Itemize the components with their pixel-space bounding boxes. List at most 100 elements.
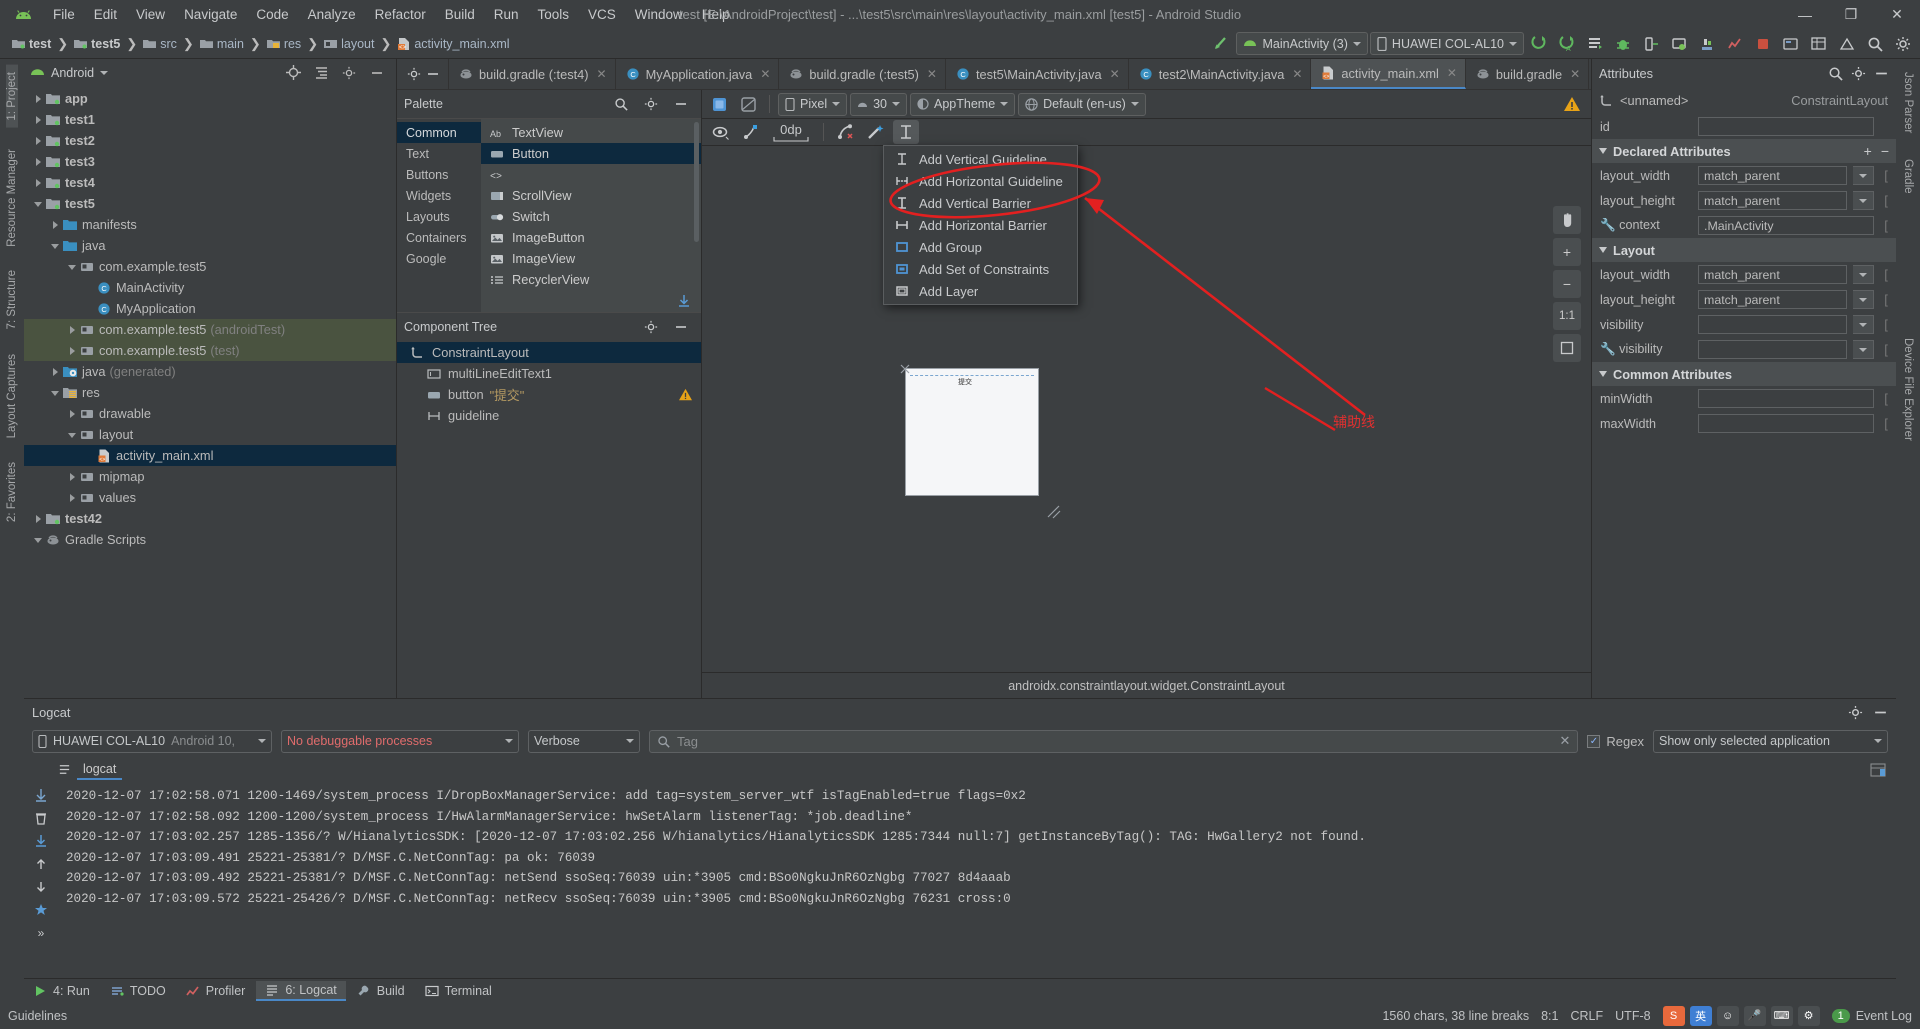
locale-selector[interactable]: Default (en-us): [1018, 92, 1146, 116]
search-icon[interactable]: [608, 92, 634, 116]
design-tool-icon[interactable]: [1834, 32, 1860, 56]
menu-item-add-horizontal-barrier[interactable]: Add Horizontal Barrier: [884, 214, 1077, 236]
component-tree[interactable]: ConstraintLayout multiLineEditText1 button…: [397, 340, 701, 698]
palette-category-containers[interactable]: Containers: [397, 227, 481, 248]
menu-vcs[interactable]: VCS: [579, 4, 625, 25]
bottom-tab-6-logcat[interactable]: 6: Logcat: [256, 980, 346, 1001]
zoom-to-fit-icon[interactable]: [1553, 334, 1581, 362]
hide-icon[interactable]: [668, 315, 694, 339]
breadcrumb-item-main[interactable]: main: [196, 35, 248, 53]
attribute-ref-icon[interactable]: [: [1880, 168, 1892, 183]
run-coverage-icon[interactable]: A: [1554, 32, 1580, 56]
chevron-down-icon[interactable]: [1853, 166, 1874, 185]
filter-star-icon[interactable]: [34, 903, 48, 917]
palette-category-buttons[interactable]: Buttons: [397, 164, 481, 185]
warning-icon[interactable]: [1563, 96, 1581, 112]
attr-section-declared-attributes[interactable]: Declared Attributes + −: [1592, 139, 1896, 163]
breadcrumb[interactable]: test ❯ test5 ❯ src ❯ main ❯ res ❯ layout…: [8, 35, 514, 53]
attach-debugger-icon[interactable]: [1638, 32, 1664, 56]
pan-icon[interactable]: [1553, 206, 1581, 234]
palette-items[interactable]: Ab TextView Button <> ScrollView Switch ImageB…: [481, 119, 701, 312]
project-tree[interactable]: app test1 test2 test3 test4 test5 manifests jav…: [24, 86, 396, 698]
down-icon[interactable]: [34, 880, 48, 894]
search-icon[interactable]: [1828, 66, 1843, 81]
device-preview-frame[interactable]: 提交: [905, 368, 1039, 496]
collapse-arrow-icon[interactable]: [32, 197, 45, 210]
component-node-constraintlayout[interactable]: ConstraintLayout: [397, 342, 701, 363]
guideline-dropdown-menu[interactable]: Add Vertical Guideline Add Horizontal Gui…: [883, 145, 1078, 305]
expand-arrow-icon[interactable]: [66, 470, 79, 483]
main-toolbar[interactable]: MainActivity (3) HUAWEI COL-AL10 A: [1208, 32, 1916, 56]
editor-tab-test5-mainactivity-java[interactable]: Ctest5\MainActivity.java ✕: [946, 59, 1129, 89]
profiler-icon[interactable]: [1722, 32, 1748, 56]
clear-logcat-icon[interactable]: [34, 811, 48, 825]
menu-bar[interactable]: File Edit View Navigate Code Analyze Ref…: [44, 4, 739, 25]
palette-item-imagebutton[interactable]: ImageButton: [481, 227, 701, 248]
guideline-dashed[interactable]: [910, 375, 1034, 376]
collapse-arrow-icon[interactable]: [66, 428, 79, 441]
resize-handle-icon[interactable]: [1046, 504, 1062, 520]
logcat-wrap-icon[interactable]: [1870, 762, 1896, 777]
bottom-tab-terminal[interactable]: Terminal: [416, 982, 501, 1000]
tree-row-mainactivity[interactable]: C MainActivity: [24, 277, 396, 298]
expand-arrow-icon[interactable]: [32, 512, 45, 525]
chevron-down-icon[interactable]: [1853, 315, 1874, 334]
tree-row-com-example-test5[interactable]: com.example.test5 (androidTest): [24, 319, 396, 340]
magic-constraints-icon[interactable]: [863, 120, 889, 144]
attr-section-actions[interactable]: + −: [1864, 143, 1889, 159]
hide-icon[interactable]: [1873, 705, 1888, 720]
device-selector[interactable]: HUAWEI COL-AL10: [1369, 32, 1524, 55]
menu-item-add-layer[interactable]: Add Layer: [884, 280, 1077, 302]
hide-icon[interactable]: [1874, 66, 1889, 81]
guideline-handle-icon[interactable]: [898, 362, 912, 376]
attribute-value[interactable]: .MainActivity: [1698, 216, 1874, 235]
sdk-manager-icon[interactable]: [1694, 32, 1720, 56]
infer-constraints-icon[interactable]: [833, 120, 859, 144]
clear-icon[interactable]: ✕: [1560, 733, 1571, 749]
component-node-multilineedittext1[interactable]: multiLineEditText1: [397, 363, 701, 384]
rail-project[interactable]: 1: Project: [6, 65, 18, 128]
mic-icon[interactable]: 🎤: [1743, 1005, 1766, 1026]
attribute-row-minWidth[interactable]: minWidth [: [1592, 386, 1896, 411]
close-icon[interactable]: ✕: [927, 67, 937, 81]
attribute-row-layout_height[interactable]: layout_height match_parent [: [1592, 287, 1896, 312]
status-caret-position[interactable]: 8:1: [1541, 1009, 1558, 1023]
attribute-ref-icon[interactable]: [: [1880, 267, 1892, 282]
attribute-ref-icon[interactable]: [: [1880, 342, 1892, 357]
attribute-ref-icon[interactable]: [: [1880, 391, 1892, 406]
expand-arrow-icon[interactable]: [49, 365, 62, 378]
expand-arrow-icon[interactable]: [32, 134, 45, 147]
attribute-row-visibility[interactable]: 🔧 visibility [: [1592, 337, 1896, 362]
tree-row-gradle-scripts[interactable]: Gradle Scripts: [24, 529, 396, 550]
attribute-value[interactable]: [1698, 414, 1874, 433]
maximize-button[interactable]: ❐: [1828, 0, 1874, 29]
settings-icon[interactable]: [1851, 66, 1866, 81]
logcat-level-selector[interactable]: Verbose: [528, 729, 640, 753]
expand-arrow-icon[interactable]: [32, 113, 45, 126]
tree-row-myapplication[interactable]: C MyApplication: [24, 298, 396, 319]
hide-icon[interactable]: [364, 61, 390, 85]
editor-tab-test2-mainactivity-java[interactable]: Ctest2\MainActivity.java ✕: [1129, 59, 1312, 89]
run-icon[interactable]: [1526, 32, 1552, 56]
editor-tabs-leading-actions[interactable]: [397, 59, 449, 89]
attribute-row-visibility[interactable]: visibility [: [1592, 312, 1896, 337]
design-canvas[interactable]: 提交 + − 1:1: [702, 146, 1591, 672]
run-configuration-selector[interactable]: MainActivity (3): [1236, 32, 1368, 55]
palette-category-text[interactable]: Text: [397, 143, 481, 164]
clear-constraints-icon[interactable]: [738, 120, 764, 144]
close-icon[interactable]: ✕: [1570, 67, 1580, 81]
palette-category-google[interactable]: Google: [397, 248, 481, 269]
component-node-button[interactable]: button "提交": [397, 384, 701, 405]
logcat-side-actions[interactable]: »: [24, 782, 58, 978]
right-tool-rail[interactable]: Json Parser Gradle Device File Explorer: [1896, 59, 1920, 1002]
expand-arrow-icon[interactable]: [66, 407, 79, 420]
collapse-all-icon[interactable]: [308, 61, 334, 85]
chevron-down-icon[interactable]: [1599, 247, 1607, 253]
palette-item-button[interactable]: Button: [481, 143, 701, 164]
tree-row-app[interactable]: app: [24, 88, 396, 109]
project-panel-actions[interactable]: [280, 61, 390, 85]
settings-icon[interactable]: [1848, 705, 1863, 720]
bottom-tab-4-run[interactable]: 4: Run: [24, 982, 99, 1000]
chevron-down-icon[interactable]: [1853, 265, 1874, 284]
attribute-value[interactable]: match_parent: [1698, 290, 1847, 309]
